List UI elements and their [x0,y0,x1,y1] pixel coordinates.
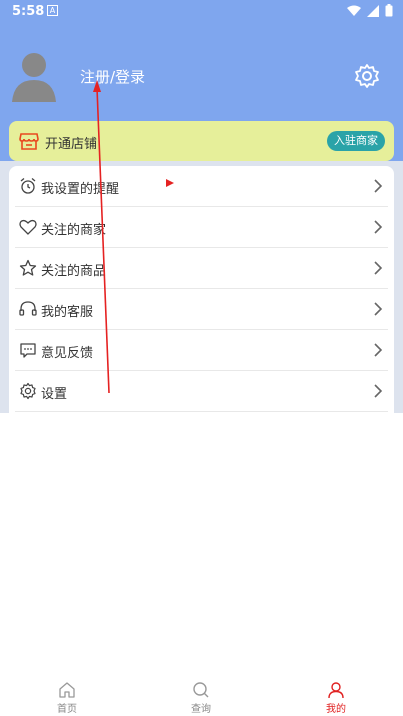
bottom-tab-bar: 首页 查询 我的 [0,676,403,716]
menu-item-reminders[interactable]: 我设置的提醒 [15,166,388,207]
menu-item-followed-merchants[interactable]: 关注的商家 [15,207,388,248]
menu-list: 我设置的提醒 关注的商家 关注的商品 我的客服 意见反馈 设置 [9,166,394,413]
store-icon [19,133,39,150]
gear-icon [20,382,36,400]
tab-mine[interactable]: 我的 [306,682,366,715]
menu-item-settings[interactable]: 设置 [15,371,388,412]
tab-home[interactable]: 首页 [37,682,97,715]
chevron-right-icon [374,343,383,357]
settings-gear-icon[interactable] [354,63,380,89]
tab-mine-label: 我的 [326,704,346,715]
headset-icon [19,301,37,316]
menu-item-label: 意见反馈 [41,346,94,361]
tab-home-label: 首页 [57,704,77,715]
chevron-right-icon [374,220,383,234]
menu-item-feedback[interactable]: 意见反馈 [15,330,388,371]
search-icon [193,682,209,698]
tab-search[interactable]: 查询 [171,682,231,715]
status-bar: 5:58 A [0,0,403,24]
heart-icon [19,219,37,235]
feedback-icon [20,343,36,358]
avatar[interactable] [12,50,56,102]
home-icon [59,682,75,698]
menu-item-label: 我的客服 [41,305,94,320]
battery-icon [385,4,393,17]
status-icons [347,4,393,17]
menu-item-followed-products[interactable]: 关注的商品 [15,248,388,289]
chevron-right-icon [374,179,383,193]
alarm-clock-icon [20,178,36,194]
tab-search-label: 查询 [191,704,211,715]
menu-item-customer-service[interactable]: 我的客服 [15,289,388,330]
menu-section: 我设置的提醒 关注的商家 关注的商品 我的客服 意见反馈 设置 [0,161,403,413]
user-icon [328,682,344,698]
menu-item-label: 关注的商品 [41,264,107,279]
open-store-label: 开通店铺 [45,137,98,152]
menu-item-label: 关注的商家 [41,223,107,238]
login-register-link[interactable]: 注册/登录 [80,66,145,87]
signal-icon [367,4,379,17]
notification-badge-icon: A [47,5,58,16]
wifi-icon [347,5,361,16]
open-store-bar[interactable]: 开通店铺 入驻商家 [9,121,394,161]
chevron-right-icon [374,261,383,275]
menu-item-label: 我设置的提醒 [41,182,120,197]
join-merchant-button[interactable]: 入驻商家 [327,131,385,151]
star-icon [19,259,37,276]
status-time: 5:58 [12,4,45,19]
menu-item-label: 设置 [41,387,68,402]
chevron-right-icon [374,384,383,398]
chevron-right-icon [374,302,383,316]
